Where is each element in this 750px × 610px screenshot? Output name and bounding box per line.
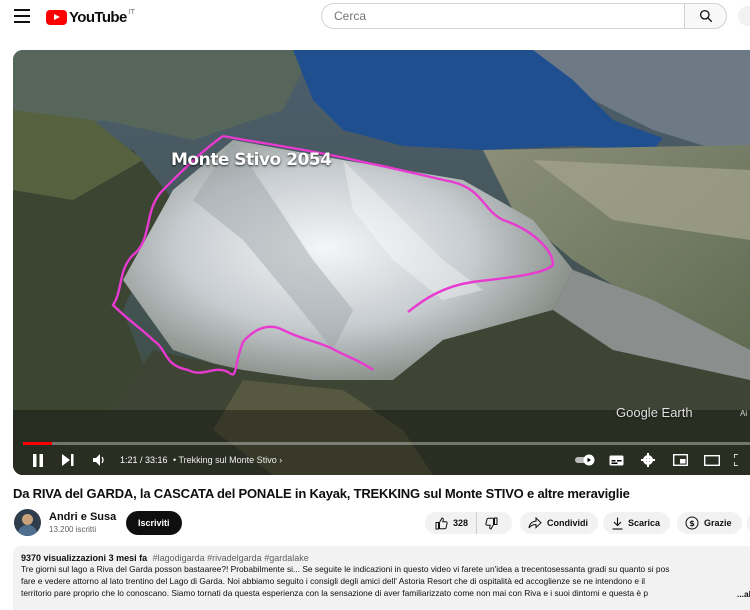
share-button[interactable]: Condividi	[520, 512, 598, 534]
volume-icon[interactable]	[91, 451, 109, 469]
view-count: 9370 visualizzazioni	[21, 553, 107, 563]
google-earth-watermark: Google Earth	[616, 405, 693, 420]
chapter-title[interactable]: • Trekking sul Monte Stivo ›	[173, 455, 282, 465]
search-icon	[699, 9, 712, 23]
thumbs-down-icon	[485, 517, 498, 530]
logo-country-code: IT	[128, 8, 135, 16]
description-line-3: territorio pare proprio che lo conoscano…	[21, 588, 649, 598]
fullscreen-icon[interactable]	[733, 451, 749, 469]
dislike-button[interactable]	[477, 512, 503, 534]
hashtags[interactable]: #lagodigarda #rivadelgarda #gardalake	[153, 553, 309, 563]
share-label: Condividi	[547, 518, 588, 528]
description-line-1: Tre giorni sul lago a Riva del Garda pos…	[21, 564, 670, 574]
download-label: Scarica	[628, 518, 661, 528]
download-icon	[612, 517, 623, 530]
overlay-peak-label: Monte Stivo 2054	[171, 150, 332, 170]
chapter-name: • Trekking sul Monte Stivo	[173, 455, 277, 465]
hamburger-menu-icon[interactable]	[14, 9, 30, 25]
description-meta: 9370 visualizzazioni 3 mesi fa #lagodiga…	[21, 553, 750, 563]
progress-played	[23, 442, 53, 445]
subtitles-icon[interactable]	[607, 451, 625, 469]
search-button[interactable]	[684, 3, 727, 29]
description-box[interactable]: 9370 visualizzazioni 3 mesi fa #lagodiga…	[13, 546, 750, 610]
like-button[interactable]: 328	[425, 512, 478, 534]
next-icon[interactable]	[59, 451, 77, 469]
player-controls: 1:21 / 33:16 • Trekking sul Monte Stivo …	[13, 447, 750, 473]
like-count: 328	[453, 518, 469, 528]
voice-search-button[interactable]	[738, 6, 750, 26]
thanks-button[interactable]: $ Grazie	[677, 512, 742, 534]
miniplayer-icon[interactable]	[671, 451, 689, 469]
thanks-label: Grazie	[704, 518, 732, 528]
theater-icon[interactable]	[703, 451, 721, 469]
settings-icon[interactable]	[639, 451, 657, 469]
channel-name[interactable]: Andri e Susa	[49, 511, 116, 523]
search-bar	[321, 3, 727, 29]
top-bar: YouTube IT	[0, 0, 750, 40]
share-arrow-icon	[528, 517, 542, 529]
video-title: Da RIVA del GARDA, la CASCATA del PONALE…	[13, 486, 630, 501]
download-button[interactable]: Scarica	[603, 512, 671, 534]
subscribe-button[interactable]: Iscriviti	[126, 511, 182, 535]
time-display: 1:21 / 33:16	[120, 455, 168, 465]
svg-text:$: $	[689, 519, 695, 528]
chapter-arrow-icon: ›	[279, 455, 283, 465]
channel-avatar[interactable]	[14, 509, 41, 536]
show-more-link[interactable]: ...al	[735, 589, 750, 599]
description-line-2: fare e vedere attorno al lato trentino d…	[21, 576, 646, 586]
thanks-dollar-icon: $	[685, 516, 699, 530]
play-pause-icon[interactable]	[29, 451, 47, 469]
subscriber-count: 13.200 iscritti	[49, 525, 97, 534]
youtube-play-logo-icon	[46, 9, 67, 25]
like-dislike-group: 328	[425, 512, 512, 534]
video-player[interactable]: Monte Stivo 2054 Google Earth Ai 1:21 / …	[13, 50, 750, 475]
logo-text: YouTube	[69, 8, 127, 26]
thumbs-up-icon	[435, 516, 448, 529]
upload-age: 3 mesi fa	[108, 553, 148, 563]
youtube-logo[interactable]: YouTube IT	[46, 7, 135, 27]
search-input[interactable]	[321, 3, 684, 29]
watermark-extra: Ai	[740, 409, 748, 418]
progress-bar[interactable]	[23, 442, 750, 445]
autoplay-toggle[interactable]	[574, 451, 598, 469]
